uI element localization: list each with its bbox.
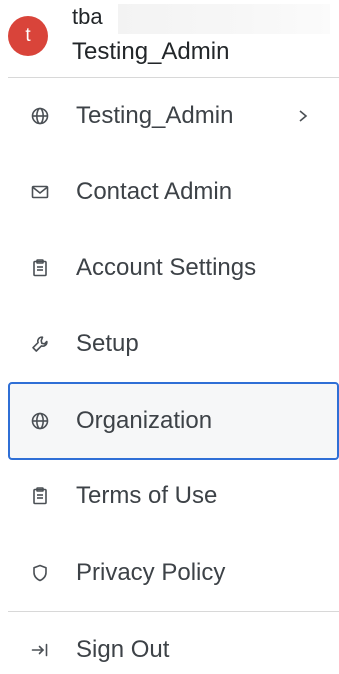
avatar: t xyxy=(8,16,48,56)
name-redaction xyxy=(118,4,330,34)
menu-item-privacy-policy[interactable]: Privacy Policy xyxy=(8,547,339,599)
clipboard-icon xyxy=(30,258,50,278)
divider-bottom xyxy=(8,611,339,612)
menu-item-testing-admin[interactable]: Testing_Admin xyxy=(8,90,339,142)
sign-out-item[interactable]: Sign Out xyxy=(8,624,339,674)
user-org: Testing_Admin xyxy=(72,38,230,65)
clipboard-icon xyxy=(30,486,50,506)
user-header: t tba Testing_Admin xyxy=(0,0,339,76)
menu-item-label: Organization xyxy=(76,407,213,434)
menu-item-label: Contact Admin xyxy=(76,178,233,205)
menu-item-label: Privacy Policy xyxy=(76,559,226,586)
chevron-right-icon xyxy=(296,108,310,124)
menu-item-contact-admin[interactable]: Contact Admin xyxy=(8,166,339,218)
globe-icon xyxy=(30,106,50,126)
sign-out-label: Sign Out xyxy=(76,636,170,663)
menu-item-label: Terms of Use xyxy=(76,482,218,509)
menu-item-account-settings[interactable]: Account Settings xyxy=(8,242,339,294)
menu-item-terms-of-use[interactable]: Terms of Use xyxy=(8,470,339,522)
menu-item-setup[interactable]: Setup xyxy=(8,318,339,370)
menu-item-label: Testing_Admin xyxy=(76,102,234,129)
shield-icon xyxy=(30,563,50,583)
sign-out-icon xyxy=(30,640,50,660)
globe-icon xyxy=(30,411,50,431)
user-name: tba xyxy=(72,4,103,29)
menu-item-label: Setup xyxy=(76,330,139,357)
wrench-icon xyxy=(30,334,50,354)
menu-item-organization[interactable]: Organization xyxy=(8,382,339,460)
menu-item-label: Account Settings xyxy=(76,254,257,281)
user-menu: t tba Testing_Admin Testing_Admin Contac… xyxy=(0,0,339,674)
mail-icon xyxy=(30,182,50,202)
divider-top xyxy=(8,77,339,78)
